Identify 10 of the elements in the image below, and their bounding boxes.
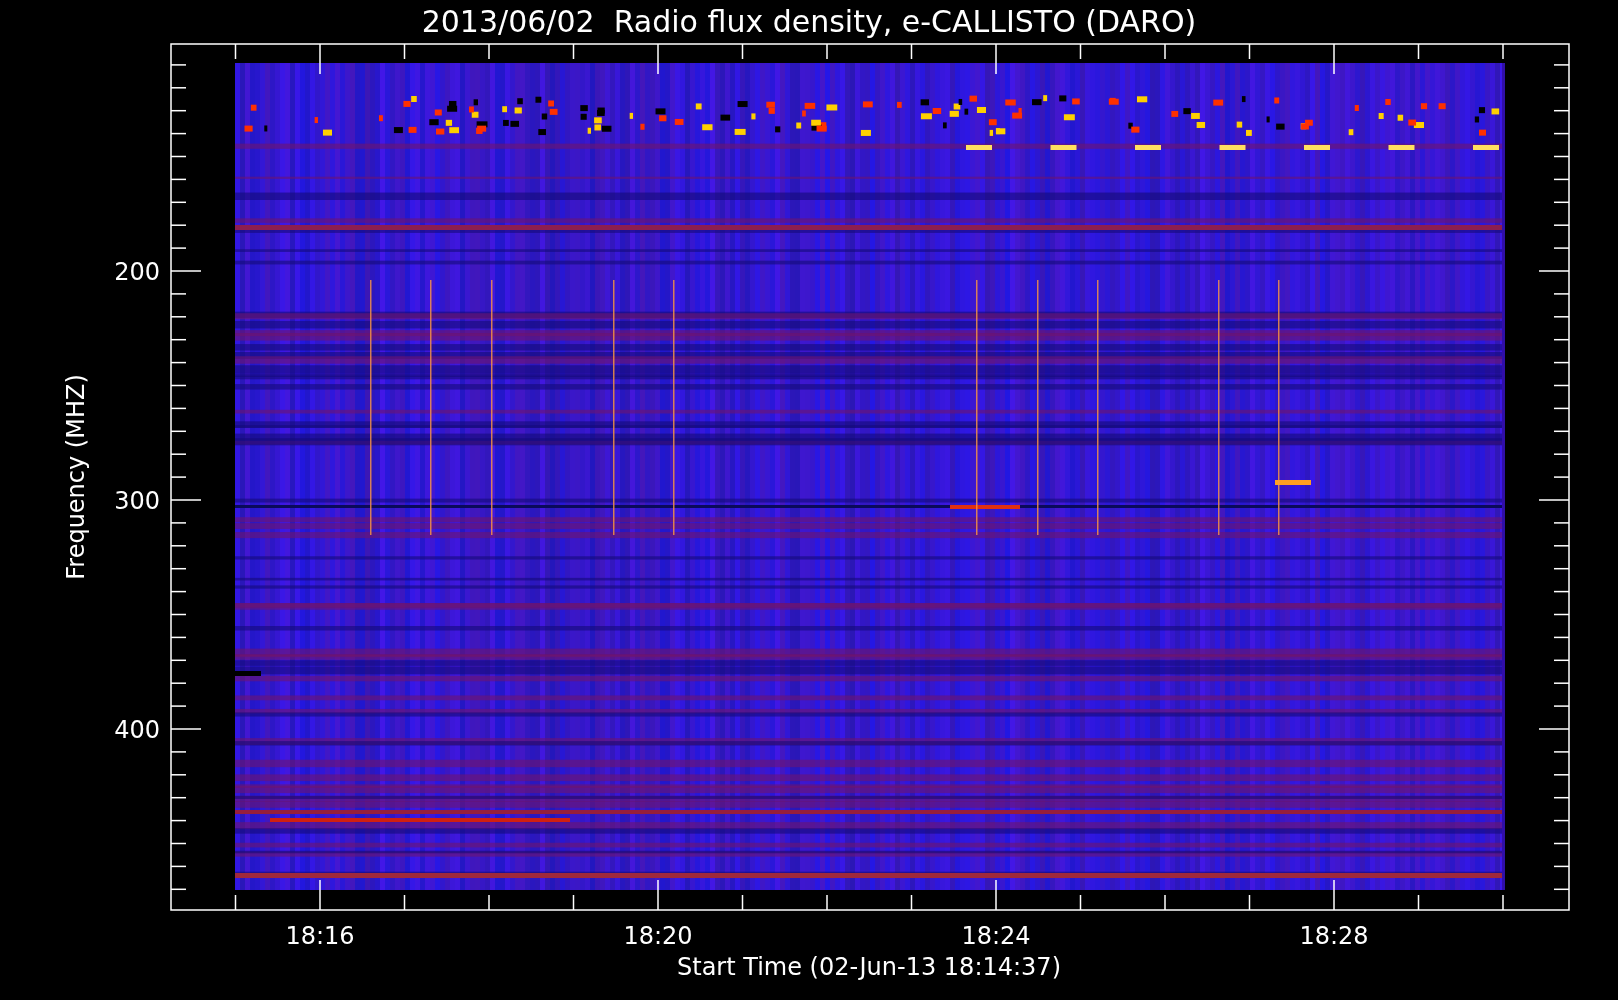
- x-axis-label: Start Time (02-Jun-13 18:14:37): [677, 953, 1061, 981]
- x-tick-label: 18:20: [623, 922, 693, 950]
- y-tick-label: 200: [114, 258, 160, 286]
- plot-title: 2013/06/02 Radio flux density, e-CALLISTO (DARO): [421, 4, 1197, 39]
- x-tick-label: 18:24: [961, 922, 1031, 950]
- x-tick-label: 18:16: [285, 922, 355, 950]
- y-tick-label: 400: [114, 716, 160, 744]
- y-axis-label: Frequency (MHZ): [62, 374, 90, 580]
- x-tick-label: 18:28: [1299, 922, 1369, 950]
- y-tick-label: 300: [114, 487, 160, 515]
